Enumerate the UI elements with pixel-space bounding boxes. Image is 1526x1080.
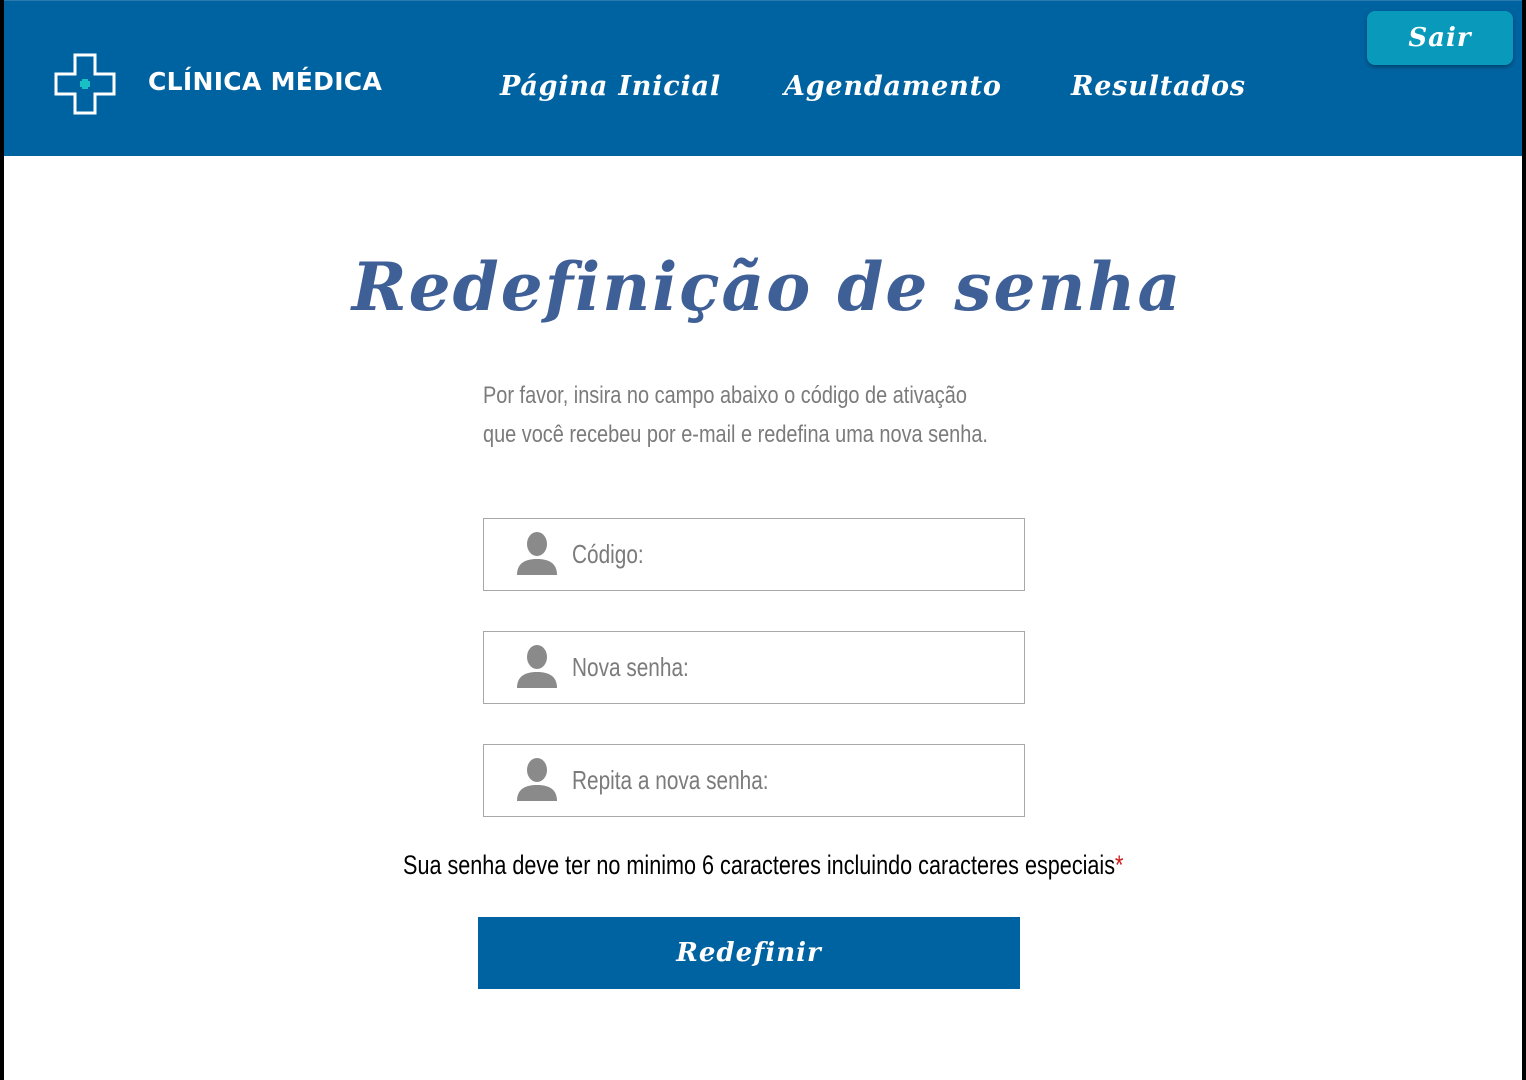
nav-results-link[interactable]: Resultados [1071, 71, 1246, 102]
nav-scheduling-link[interactable]: Agendamento [784, 71, 1002, 102]
code-field[interactable] [483, 518, 1025, 591]
instructions-line-2: que você recebeu por e-mail e redefina u… [483, 421, 988, 448]
new-password-field[interactable] [483, 631, 1025, 704]
medical-cross-icon [54, 53, 116, 115]
new-password-input[interactable] [572, 632, 924, 703]
password-hint-text: Sua senha deve ter no minimo 6 caractere… [402, 850, 1115, 880]
code-input[interactable] [572, 519, 924, 590]
logout-button[interactable]: Sair [1367, 11, 1513, 65]
required-asterisk: * [1114, 850, 1124, 880]
brand-name: CLÍNICA MÉDICA [148, 67, 383, 96]
instructions-text: Por favor, insira no campo abaixo o códi… [483, 376, 988, 454]
top-header: CLÍNICA MÉDICA Página Inicial Agendament… [4, 0, 1522, 156]
instructions-line-1: Por favor, insira no campo abaixo o códi… [483, 382, 967, 409]
nav-home-link[interactable]: Página Inicial [500, 71, 721, 102]
page-title: Redefinição de senha [351, 248, 1183, 326]
repeat-password-input[interactable] [572, 745, 924, 816]
password-hint-content: Sua senha deve ter no minimo 6 caractere… [403, 850, 1123, 881]
repeat-password-field[interactable] [483, 744, 1025, 817]
user-icon [517, 758, 557, 801]
user-icon [517, 532, 557, 575]
user-icon [517, 645, 557, 688]
reset-password-button[interactable]: Redefinir [478, 917, 1020, 989]
password-hint: Sua senha deve ter no minimo 6 caractere… [0, 850, 1526, 881]
